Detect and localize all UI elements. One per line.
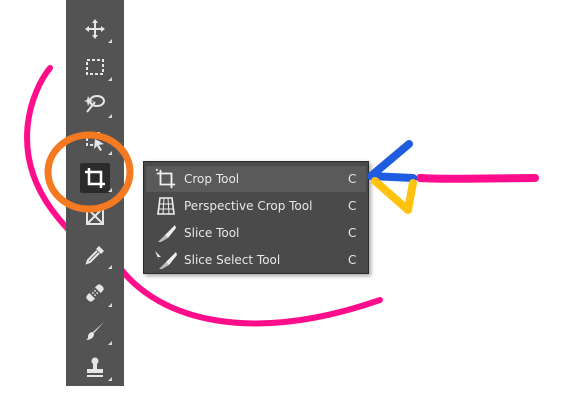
crop-icon [83, 166, 107, 190]
flyout-item-shortcut: C [348, 172, 357, 186]
flyout-item-label: Slice Select Tool [184, 253, 281, 267]
flyout-item-slice-tool[interactable]: Slice Tool C [146, 220, 366, 246]
object-selection-tool-button[interactable] [80, 126, 112, 156]
marquee-icon [84, 56, 106, 78]
bandage-icon [83, 281, 107, 305]
slice-icon [152, 222, 180, 244]
frame-tool-button[interactable] [80, 201, 110, 231]
tools-panel [66, 0, 124, 386]
slice-select-icon [152, 249, 180, 271]
eyedropper-icon [84, 244, 106, 266]
healing-brush-tool-button[interactable] [80, 278, 112, 308]
crop-icon [152, 168, 180, 190]
brush-icon [84, 320, 106, 342]
crop-tool-button[interactable] [80, 163, 112, 193]
magenta-tail [416, 174, 539, 183]
flyout-item-crop-tool[interactable]: Crop Tool C [146, 166, 366, 192]
flyout-item-shortcut: C [348, 199, 357, 213]
flyout-item-perspective-crop-tool[interactable]: Perspective Crop Tool C [146, 193, 366, 219]
lasso-tool-button[interactable] [80, 89, 112, 119]
brush-tool-button[interactable] [80, 316, 112, 346]
magic-lasso-icon [83, 92, 107, 116]
frame-icon [84, 205, 106, 227]
flyout-item-label: Crop Tool [184, 172, 240, 186]
yellow-arrow-stroke [371, 177, 417, 214]
crop-tools-flyout-menu: Crop Tool C Perspective Crop Tool C Slic… [143, 161, 369, 274]
move-icon [84, 18, 106, 40]
flyout-item-shortcut: C [348, 253, 357, 267]
flyout-item-label: Perspective Crop Tool [184, 199, 313, 213]
stamp-tool-button[interactable] [80, 352, 112, 382]
flyout-item-shortcut: C [348, 226, 357, 240]
move-tool-button[interactable] [80, 14, 112, 44]
stamp-icon [84, 356, 106, 378]
blue-arrow-stroke [367, 140, 417, 182]
eyedropper-tool-button[interactable] [80, 240, 112, 270]
object-selection-icon [84, 130, 106, 152]
flyout-item-slice-select-tool[interactable]: Slice Select Tool C [146, 247, 366, 273]
flyout-item-label: Slice Tool [184, 226, 240, 240]
marquee-tool-button[interactable] [80, 52, 112, 82]
perspective-crop-icon [152, 195, 180, 217]
